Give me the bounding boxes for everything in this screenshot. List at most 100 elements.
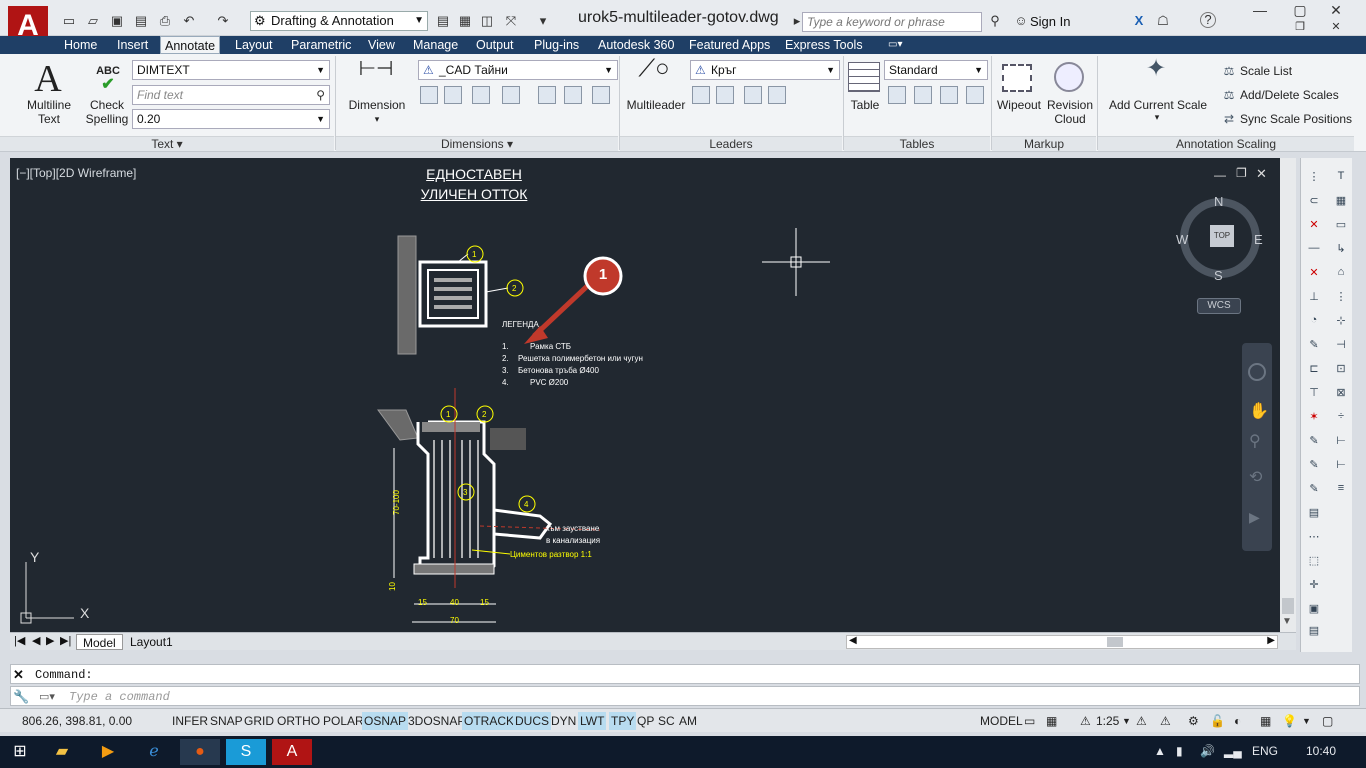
tables-panel-title[interactable]: Tables [844, 136, 990, 151]
wipeout-icon[interactable] [1002, 64, 1032, 92]
toggle-3dosnap[interactable]: 3DOSNAP [406, 712, 467, 730]
language-indicator[interactable]: ENG [1252, 744, 1278, 758]
region-icon[interactable]: ▣ [1305, 602, 1323, 618]
exchange-icon[interactable]: X [1130, 12, 1148, 30]
ordinate-icon[interactable]: ⊥ [1305, 290, 1323, 306]
dimbreak-icon[interactable] [502, 86, 520, 104]
skype-icon[interactable]: S [226, 739, 266, 765]
leader-tool-icon[interactable]: ↳ [1332, 242, 1350, 258]
toggle-ortho[interactable]: ORTHO [275, 712, 322, 730]
tab-featured-apps[interactable]: Featured Apps [685, 36, 774, 54]
command-input[interactable]: Type a command [69, 690, 170, 704]
mirror-icon[interactable]: ⊠ [1332, 386, 1350, 402]
pan-icon[interactable]: ✋ [1249, 401, 1269, 421]
clean-screen-icon[interactable]: ▢ [1320, 712, 1335, 730]
workspace-switch-icon[interactable]: ⚙ [1186, 712, 1201, 730]
minimize-button[interactable]: — [1248, 2, 1272, 20]
dimension-button[interactable]: Dimension [342, 98, 412, 112]
measure-icon[interactable]: ⋮ [1332, 290, 1350, 306]
download-from-source-icon[interactable] [940, 86, 958, 104]
add-delete-scales-button[interactable]: Add/Delete Scales [1240, 88, 1339, 102]
oblique-dimension-icon[interactable] [592, 86, 610, 104]
table-tool-icon[interactable]: ▤ [1305, 624, 1323, 640]
stay-connected-icon[interactable]: ☖ [1154, 12, 1172, 30]
orbit-icon[interactable]: ⟲ [1249, 467, 1262, 487]
viewcube-top-face[interactable]: TOP [1210, 225, 1234, 247]
search-input[interactable]: Type a keyword or phrase [802, 12, 982, 32]
jogged-dimension-icon[interactable] [564, 86, 582, 104]
multileader-icon[interactable]: ⟋○ [636, 57, 672, 81]
toggle-sc[interactable]: SC [656, 712, 677, 730]
annotation-visibility-icon[interactable]: ⚠ [1134, 712, 1149, 730]
horizontal-scrollbar[interactable]: ◀ ▶ [846, 635, 1278, 649]
coordinates-readout[interactable]: 806.26, 398.81, 0.00 [20, 712, 134, 730]
tolerance-icon[interactable]: ▭ [1332, 218, 1350, 234]
leaders-panel-title[interactable]: Leaders [620, 136, 842, 151]
scroll-down-icon[interactable]: ▼ [1282, 616, 1292, 627]
lightbulb-icon[interactable]: 💡 [1280, 712, 1299, 730]
more-icon[interactable]: ⋯ [1305, 530, 1323, 546]
open-file-icon[interactable]: ▱ [84, 12, 102, 30]
dimension-style-dropdown[interactable]: ⚠ _CAD Тайни ▼ [418, 60, 618, 80]
grid-tool-icon[interactable]: ▦ [1332, 194, 1350, 210]
undo-icon[interactable]: ↶ [180, 12, 198, 30]
workspace-save-icon[interactable]: ▤ [434, 12, 452, 30]
scroll-left-icon[interactable]: ◀ [849, 635, 857, 646]
tab-output[interactable]: Output [472, 36, 518, 54]
sync-scale-positions-button[interactable]: Sync Scale Positions [1240, 112, 1352, 126]
lengthen-icon[interactable]: ⊢ [1332, 458, 1350, 474]
help-icon[interactable]: ? [1200, 12, 1216, 28]
explode-icon[interactable]: ✶ [1305, 410, 1323, 426]
workspace-dropdown[interactable]: ⚙ Drafting & Annotation ▼ [250, 11, 428, 31]
compass-north[interactable]: N [1214, 194, 1223, 209]
tab-manage[interactable]: Manage [409, 36, 462, 54]
toggle-dyn[interactable]: DYN [549, 712, 578, 730]
customize-qat-icon[interactable]: ▾ [534, 12, 552, 30]
hardware-acceleration-icon[interactable]: ◐ [1232, 712, 1243, 730]
sign-in-button[interactable]: Sign In [1030, 14, 1070, 29]
check-spelling-icon[interactable]: ABC ✔ [88, 64, 128, 93]
toggle-lwt[interactable]: LWT [578, 712, 607, 730]
maximize-button[interactable]: ▢ [1288, 2, 1312, 20]
model-space-button[interactable]: MODEL [978, 712, 1025, 730]
compass-east[interactable]: E [1254, 232, 1263, 247]
print-preview-icon[interactable]: ▦ [456, 12, 474, 30]
toggle-osnap[interactable]: OSNAP [362, 712, 409, 730]
save-as-icon[interactable]: ▤ [132, 12, 150, 30]
tab-insert[interactable]: Insert [113, 36, 152, 54]
autocad-taskbar-icon[interactable]: A [272, 739, 312, 765]
internet-explorer-icon[interactable]: ℯ [134, 739, 174, 765]
first-layout-icon[interactable]: |◀ [14, 634, 25, 647]
chevron-down-icon[interactable]: ▾ [1152, 110, 1162, 124]
showmotion-icon[interactable]: ▶ [1249, 509, 1260, 526]
block-icon[interactable]: ⌂ [1332, 266, 1350, 282]
add-leader-icon[interactable] [692, 86, 710, 104]
text-edit-icon[interactable]: ✎ [1305, 482, 1323, 498]
signal-icon[interactable]: ▂▄ [1224, 744, 1242, 758]
markup-panel-title[interactable]: Markup [992, 136, 1096, 151]
table-button[interactable]: Table [846, 98, 884, 112]
extend-icon[interactable]: ⊢ [1332, 434, 1350, 450]
vertical-scroll-thumb[interactable] [1282, 598, 1294, 614]
viewport-close-button[interactable]: ✕ [1256, 166, 1267, 182]
toggle-snap[interactable]: SNAP [208, 712, 245, 730]
multiline-text-icon[interactable]: A [20, 60, 76, 98]
break-icon[interactable]: ✕ [1305, 266, 1323, 282]
volume-icon[interactable]: 🔊 [1200, 744, 1215, 758]
continue-dimension-icon[interactable] [444, 86, 462, 104]
align-leaders-icon[interactable] [744, 86, 762, 104]
add-current-scale-icon[interactable]: ✦ [1140, 57, 1172, 81]
scroll-right-icon[interactable]: ▶ [1267, 635, 1275, 646]
tab-express-tools[interactable]: Express Tools [781, 36, 867, 54]
quick-view-drawings-icon[interactable]: ▦ [1044, 712, 1059, 730]
close-button[interactable]: ✕ [1324, 2, 1348, 20]
dimensions-panel-title[interactable]: Dimensions ▾ [336, 136, 618, 151]
clock[interactable]: 10:40 [1306, 744, 1336, 758]
multileader-button[interactable]: Multileader [622, 98, 690, 112]
next-layout-icon[interactable]: ▶ [46, 634, 54, 647]
table-style-dropdown[interactable]: Standard ▼ [884, 60, 988, 80]
recent-commands-icon[interactable]: ▭▾ [39, 690, 55, 703]
binoculars-icon[interactable]: ⚲ [986, 12, 1004, 30]
toggle-tpy[interactable]: TPY [609, 712, 637, 730]
edit-text-icon[interactable]: ✎ [1305, 338, 1323, 354]
